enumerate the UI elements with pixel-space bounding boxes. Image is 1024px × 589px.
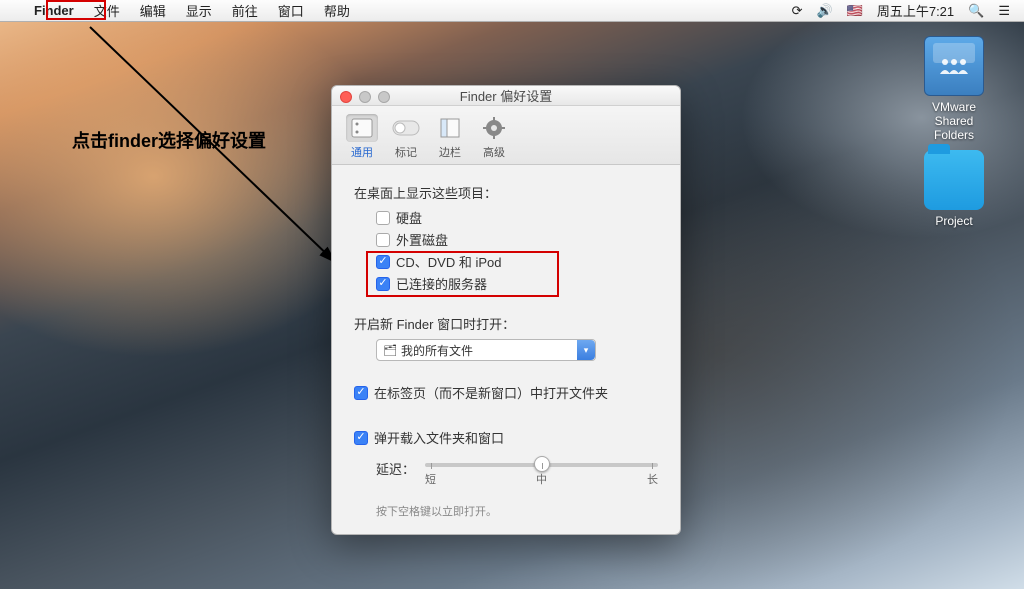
delay-label: 延迟： (376, 459, 415, 478)
checkbox-optical-label: CD、DVD 和 iPod (396, 252, 501, 271)
menu-file[interactable]: 文件 (84, 0, 130, 22)
tab-tags[interactable]: 标记 (384, 112, 428, 162)
tab-sidebar-label: 边栏 (439, 144, 461, 160)
new-window-select-value: 我的所有文件 (401, 342, 473, 359)
checkbox-open-in-tabs-label: 在标签页（而不是新窗口）中打开文件夹 (374, 383, 608, 402)
finder-preferences-window: Finder 偏好设置 通用 标记 边栏 高级 在桌面上 (331, 85, 681, 535)
checkbox-row-open-in-tabs[interactable]: 在标签页（而不是新窗口）中打开文件夹 (354, 383, 658, 402)
checkbox-row-servers[interactable]: 已连接的服务器 (376, 274, 658, 293)
general-icon (346, 114, 378, 142)
tab-general-label: 通用 (351, 144, 373, 160)
menu-view[interactable]: 显示 (176, 0, 222, 22)
tab-advanced[interactable]: 高级 (472, 112, 516, 162)
checkbox-row-external[interactable]: 外置磁盘 (376, 230, 658, 249)
chevron-updown-icon: ▾ (577, 340, 595, 360)
show-on-desktop-label: 在桌面上显示这些项目： (354, 183, 658, 202)
menu-go[interactable]: 前往 (222, 0, 268, 22)
tick-short: 短 (425, 471, 436, 487)
menu-edit[interactable]: 编辑 (130, 0, 176, 22)
delay-slider[interactable]: 短 中 长 (425, 453, 658, 483)
tab-sidebar[interactable]: 边栏 (428, 112, 472, 162)
checkbox-optical[interactable] (376, 255, 390, 269)
desktop-icon-vmware-shared[interactable]: VMware Shared Folders (914, 36, 994, 142)
notification-center-icon[interactable]: ☰ (998, 3, 1010, 19)
desktop-icon-project[interactable]: Project (914, 150, 994, 228)
volume-icon[interactable]: 🔊 (816, 3, 832, 19)
checkbox-open-in-tabs[interactable] (354, 386, 368, 400)
checkbox-row-spring-loaded[interactable]: 弹开载入文件夹和窗口 (354, 428, 658, 447)
checkbox-row-hdd[interactable]: 硬盘 (376, 208, 658, 227)
minimize-icon[interactable] (359, 91, 371, 103)
spring-loaded-hint: 按下空格键以立即打开。 (376, 503, 658, 519)
tab-advanced-label: 高级 (483, 144, 505, 160)
zoom-icon[interactable] (378, 91, 390, 103)
checkbox-external-label: 外置磁盘 (396, 230, 448, 249)
checkbox-hdd-label: 硬盘 (396, 208, 422, 227)
menubar-clock[interactable]: 周五上午7:21 (877, 1, 954, 20)
checkbox-spring-loaded[interactable] (354, 431, 368, 445)
sync-icon[interactable]: ⟳ (792, 3, 803, 19)
input-flag-icon[interactable]: 🇺🇸 (847, 3, 863, 19)
sidebar-icon (434, 114, 466, 142)
checkbox-hdd[interactable] (376, 211, 390, 225)
desktop-icon-label: Project (914, 214, 994, 228)
desktop-icon-label: VMware Shared Folders (914, 100, 994, 142)
tab-tags-label: 标记 (395, 144, 417, 160)
annotation-text: 点击finder选择偏好设置 (72, 127, 266, 153)
window-titlebar[interactable]: Finder 偏好设置 (332, 86, 680, 106)
checkbox-servers-label: 已连接的服务器 (396, 274, 487, 293)
gear-icon (478, 114, 510, 142)
spotlight-icon[interactable]: 🔍 (968, 3, 984, 19)
all-files-icon: 🗂 (383, 344, 397, 357)
tags-icon (390, 114, 422, 142)
checkbox-external[interactable] (376, 233, 390, 247)
tick-long: 长 (647, 471, 658, 487)
tab-general[interactable]: 通用 (340, 112, 384, 162)
menu-help[interactable]: 帮助 (314, 0, 360, 22)
network-drive-icon (924, 36, 984, 96)
menubar: Finder 文件 编辑 显示 前往 窗口 帮助 ⟳ 🔊 🇺🇸 周五上午7:21… (0, 0, 1024, 22)
pref-toolbar: 通用 标记 边栏 高级 (332, 106, 680, 165)
menu-app[interactable]: Finder (24, 0, 84, 22)
checkbox-row-optical[interactable]: CD、DVD 和 iPod (376, 252, 658, 271)
menu-window[interactable]: 窗口 (268, 0, 314, 22)
window-title: Finder 偏好设置 (460, 86, 552, 105)
new-window-select[interactable]: 🗂 我的所有文件 ▾ (376, 339, 596, 361)
folder-icon (924, 150, 984, 210)
checkbox-servers[interactable] (376, 277, 390, 291)
close-icon[interactable] (340, 91, 352, 103)
new-window-label: 开启新 Finder 窗口时打开： (354, 314, 658, 333)
tick-mid: 中 (536, 471, 547, 487)
checkbox-spring-loaded-label: 弹开载入文件夹和窗口 (374, 428, 504, 447)
